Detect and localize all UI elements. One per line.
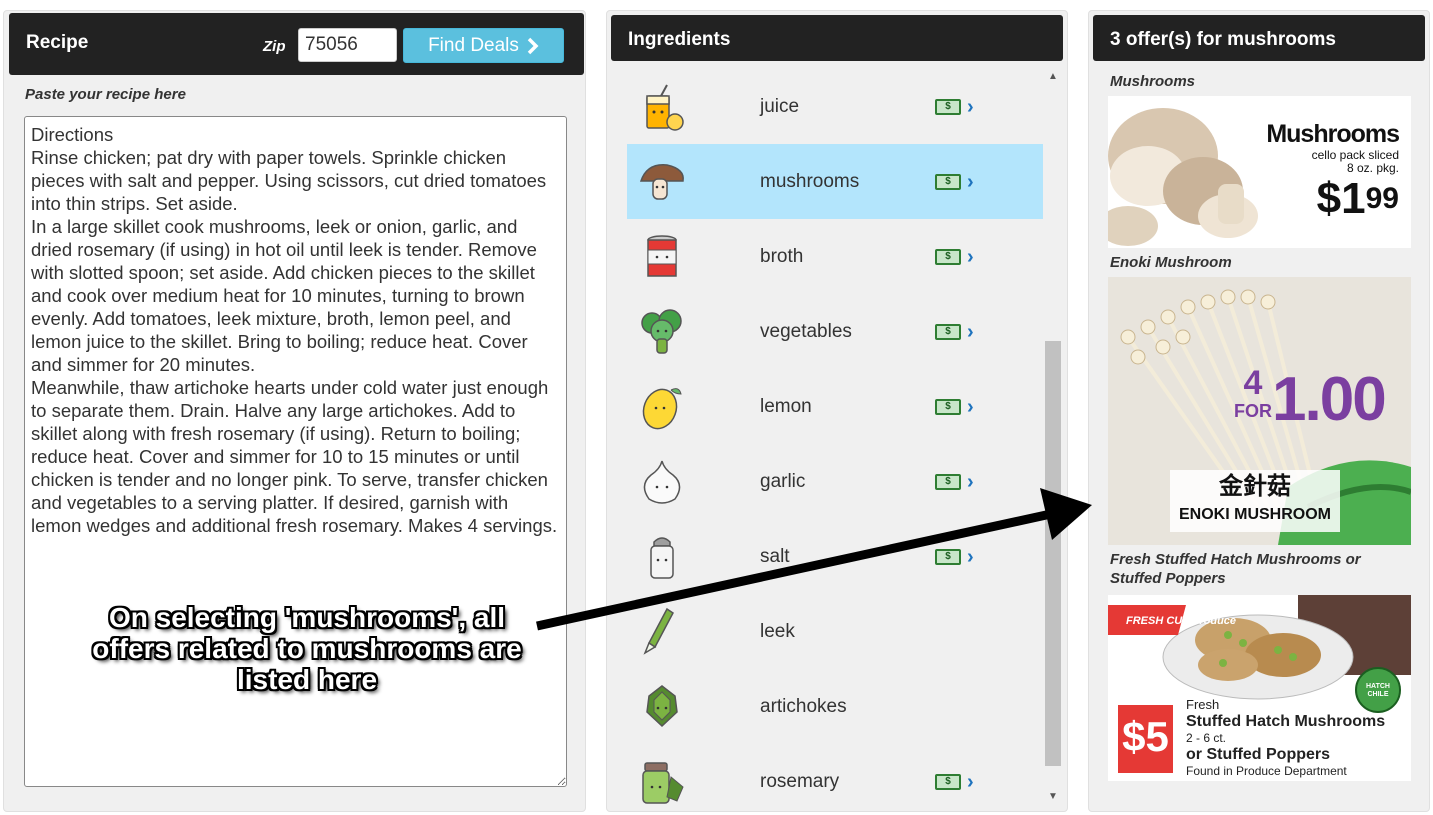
- ingredient-name: leek: [760, 620, 795, 642]
- ad-badge2: Produce: [1192, 615, 1237, 627]
- garlic-icon: [643, 460, 681, 504]
- chevron-right-icon: ›: [967, 770, 974, 793]
- ingredient-name: lemon: [760, 395, 812, 417]
- offer-image-mushrooms[interactable]: Mushrooms cello pack sliced 8 oz. pkg. $…: [1108, 96, 1411, 248]
- spice-jar-icon: [642, 761, 684, 804]
- ad-price: 1.00: [1272, 365, 1387, 434]
- ad-line3: 2 - 6 ct.: [1186, 731, 1227, 745]
- ad-name: ENOKI MUSHROOM: [1179, 506, 1331, 523]
- ingredient-row-garlic[interactable]: garlic $ ›: [627, 444, 1043, 519]
- ingredients-list: juice $ › mushrooms $ › broth $ › vegeta…: [627, 69, 1043, 804]
- broccoli-icon: [641, 308, 682, 354]
- offers-header: 3 offer(s) for mushrooms: [1093, 15, 1425, 61]
- money-bill-icon: $: [935, 773, 961, 790]
- scroll-up-arrow-icon[interactable]: ▲: [1048, 71, 1058, 82]
- ingredients-panel: Ingredients juice $ › mushrooms $ › brot…: [606, 10, 1068, 812]
- money-bill-icon: $: [935, 248, 961, 265]
- chevron-right-icon: ›: [967, 545, 974, 568]
- ingredients-header: Ingredients: [611, 15, 1063, 61]
- chevron-right-icon: ›: [967, 245, 974, 268]
- deal-link[interactable]: $ ›: [935, 547, 974, 567]
- deal-link[interactable]: $ ›: [935, 97, 974, 117]
- recipe-header: Recipe Zip Find Deals: [9, 13, 584, 75]
- chevron-right-icon: ›: [967, 470, 974, 493]
- chevron-right-icon: ›: [967, 320, 974, 343]
- ad-for: FOR: [1234, 401, 1272, 421]
- paste-label: Paste your recipe here: [25, 86, 186, 103]
- money-bill-icon: $: [935, 473, 961, 490]
- deal-link[interactable]: $ ›: [935, 472, 974, 492]
- offer-image-stuffed-hatch[interactable]: FRESH CUT Produce HATCH CHILE $5 Fresh S…: [1108, 595, 1411, 781]
- scrollbar[interactable]: ▲ ▼: [1044, 69, 1062, 804]
- lemon-icon: [642, 387, 682, 429]
- ingredient-row-rosemary[interactable]: rosemary $ ›: [627, 744, 1043, 804]
- offers-title: 3 offer(s) for mushrooms: [1110, 29, 1336, 50]
- ingredient-name: garlic: [760, 470, 806, 492]
- ingredient-name: mushrooms: [760, 170, 860, 192]
- ad-price: $5: [1122, 713, 1169, 760]
- find-deals-label: Find Deals: [428, 34, 519, 56]
- mushroom-icon: [639, 163, 684, 200]
- ingredient-name: rosemary: [760, 770, 840, 792]
- can-icon: [647, 234, 677, 277]
- money-bill-icon: $: [935, 398, 961, 415]
- recipe-title: Recipe: [26, 32, 89, 53]
- ingredient-name: broth: [760, 245, 804, 267]
- leek-icon: [643, 607, 674, 655]
- chevron-right-icon: [527, 37, 539, 54]
- chevron-right-icon: ›: [967, 170, 974, 193]
- ingredient-row-salt[interactable]: salt $ ›: [627, 519, 1043, 594]
- ingredient-row-mushrooms[interactable]: mushrooms $ ›: [627, 144, 1043, 219]
- money-bill-icon: $: [935, 548, 961, 565]
- ad-price-dollar: $1: [1316, 174, 1366, 223]
- ingredient-row-vegetables[interactable]: vegetables $ ›: [627, 294, 1043, 369]
- zip-input[interactable]: [298, 28, 397, 62]
- ad-line1: Fresh: [1186, 697, 1220, 712]
- ingredient-name: vegetables: [760, 320, 852, 342]
- money-bill-icon: $: [935, 173, 961, 190]
- ingredient-row-lemon[interactable]: lemon $ ›: [627, 369, 1043, 444]
- scrollbar-thumb[interactable]: [1045, 341, 1061, 766]
- zip-label: Zip: [263, 38, 286, 55]
- ingredient-name: artichokes: [760, 695, 847, 717]
- ingredient-row-leek[interactable]: leek: [627, 594, 1043, 669]
- deal-link[interactable]: $ ›: [935, 322, 974, 342]
- ad-price-cents: 99: [1365, 182, 1399, 215]
- salt-shaker-icon: [650, 536, 674, 579]
- money-bill-icon: $: [935, 98, 961, 115]
- deal-link[interactable]: $ ›: [935, 247, 974, 267]
- ad-line2: Stuffed Hatch Mushrooms: [1186, 713, 1386, 730]
- offer-label: Mushrooms: [1110, 73, 1196, 90]
- chevron-right-icon: ›: [967, 95, 974, 118]
- ad-headline: Mushrooms: [1266, 120, 1400, 148]
- ingredient-name: salt: [760, 545, 790, 567]
- ingredients-title: Ingredients: [628, 29, 731, 50]
- ad-chinese-name: 金針菇: [1219, 473, 1291, 500]
- offer-label: Fresh Stuffed Hatch Mushrooms or Stuffed…: [1110, 551, 1361, 587]
- ad-line5: Found in Produce Department: [1186, 764, 1347, 778]
- deal-link[interactable]: $ ›: [935, 172, 974, 192]
- ingredient-name: juice: [760, 95, 800, 117]
- money-bill-icon: $: [935, 323, 961, 340]
- scroll-down-arrow-icon[interactable]: ▼: [1048, 791, 1058, 802]
- chevron-right-icon: ›: [967, 395, 974, 418]
- find-deals-button[interactable]: Find Deals: [403, 28, 564, 63]
- ad-qty: 4: [1243, 364, 1263, 402]
- offers-panel: 3 offer(s) for mushrooms Mushrooms Mushr…: [1088, 10, 1430, 812]
- ingredient-row-artichokes[interactable]: artichokes: [627, 669, 1043, 744]
- ingredient-row-juice[interactable]: juice $ ›: [627, 69, 1043, 144]
- juice-icon: [646, 84, 684, 131]
- offer-image-enoki[interactable]: 4 FOR 1.00 金針菇 ENOKI MUSHROOM: [1108, 277, 1411, 545]
- ingredient-row-broth[interactable]: broth $ ›: [627, 219, 1043, 294]
- offer-label: Enoki Mushroom: [1110, 254, 1232, 271]
- annotation-callout: On selecting 'mushrooms', all offers rel…: [92, 602, 522, 695]
- deal-link[interactable]: $ ›: [935, 772, 974, 792]
- ad-line4: or Stuffed Poppers: [1186, 746, 1331, 763]
- artichoke-icon: [646, 684, 678, 727]
- ad-badge: FRESH CUT: [1126, 615, 1189, 627]
- deal-link[interactable]: $ ›: [935, 397, 974, 417]
